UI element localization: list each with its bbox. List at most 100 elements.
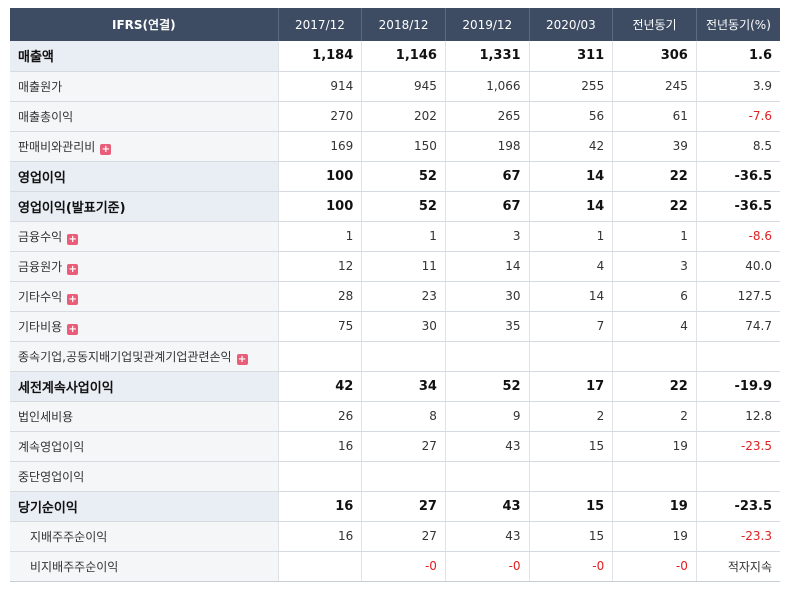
table-row: 기타비용 +75 30 35 7 4 74.7 [10, 311, 780, 342]
table-row: 금융원가 +12 11 14 4 3 40.0 [10, 251, 780, 282]
value-cell: 19 [612, 521, 697, 552]
header-2019-12: 2019/12 [445, 8, 530, 41]
row-label-cell[interactable]: 종속기업,공동지배기업및관계기업관련손익 + [10, 341, 279, 372]
plus-icon[interactable]: + [236, 353, 248, 365]
value-cell: 306 [612, 41, 697, 72]
value-cell: 12 [278, 251, 363, 282]
row-label-cell: 매출원가 [10, 71, 279, 102]
table-row: 매출총이익 270 202 265 56 61 -7.6 [10, 101, 780, 132]
value-cell: 15 [529, 431, 614, 462]
value-cell: 35 [445, 311, 530, 342]
value-cell: 265 [445, 101, 530, 132]
row-label-cell: 지배주주순이익 [10, 521, 279, 552]
row-label-cell: 계속영업이익 [10, 431, 279, 462]
row-label: 매출액 [18, 50, 54, 66]
table-row: 계속영업이익 16 27 43 15 19 -23.5 [10, 431, 780, 462]
value-cell: -0 [529, 551, 614, 582]
value-cell: -23.3 [696, 521, 780, 552]
value-cell [612, 461, 697, 492]
value-cell: 6 [612, 281, 697, 312]
value-cell [529, 461, 614, 492]
table-row: 법인세비용 26 8 9 2 2 12.8 [10, 401, 780, 432]
row-label: 기타비용 [18, 319, 63, 334]
value-cell: 8 [361, 401, 446, 432]
table-row: 중단영업이익 [10, 461, 780, 492]
value-cell: -8.6 [696, 221, 780, 252]
value-cell: 9 [445, 401, 530, 432]
value-cell: 1,066 [445, 71, 530, 102]
value-cell: 42 [529, 131, 614, 162]
row-label-cell: 매출총이익 [10, 101, 279, 132]
value-cell: -0 [361, 551, 446, 582]
value-cell: 40.0 [696, 251, 780, 282]
value-cell: -0 [445, 551, 530, 582]
value-cell: 67 [445, 191, 530, 222]
table-row: 세전계속사업이익 42 34 52 17 22 -19.9 [10, 371, 780, 402]
header-prev-period-pct: 전년동기(%) [696, 8, 780, 41]
value-cell: 22 [612, 191, 697, 222]
plus-icon[interactable]: + [67, 233, 79, 245]
value-cell: 52 [445, 371, 530, 402]
value-cell: 27 [361, 431, 446, 462]
value-cell: 42 [278, 371, 363, 402]
value-cell: 127.5 [696, 281, 780, 312]
value-cell: 15 [529, 491, 614, 522]
plus-icon[interactable]: + [67, 263, 79, 275]
value-cell [445, 461, 530, 492]
plus-icon[interactable]: + [100, 143, 112, 155]
header-ifrs: IFRS(연결) [10, 8, 279, 41]
value-cell: 255 [529, 71, 614, 102]
value-cell [529, 341, 614, 372]
value-cell: 22 [612, 371, 697, 402]
plus-icon[interactable]: + [67, 323, 79, 335]
value-cell: 26 [278, 401, 363, 432]
value-cell: 74.7 [696, 311, 780, 342]
row-label: 종속기업,공동지배기업및관계기업관련손익 [18, 349, 232, 364]
value-cell: 22 [612, 161, 697, 192]
row-label-cell[interactable]: 금융원가 + [10, 251, 279, 282]
value-cell: 3 [612, 251, 697, 282]
header-prev-period: 전년동기 [612, 8, 697, 41]
value-cell: -36.5 [696, 161, 780, 192]
value-cell: -7.6 [696, 101, 780, 132]
value-cell [278, 461, 363, 492]
row-label-cell: 중단영업이익 [10, 461, 279, 492]
row-label-cell: 영업이익(발표기준) [10, 191, 279, 222]
value-cell: 적자지속 [696, 551, 780, 582]
plus-icon[interactable]: + [67, 293, 79, 305]
value-cell: 1 [612, 221, 697, 252]
value-cell: 14 [529, 281, 614, 312]
value-cell: 3.9 [696, 71, 780, 102]
value-cell: 43 [445, 431, 530, 462]
value-cell: 75 [278, 311, 363, 342]
value-cell [361, 461, 446, 492]
value-cell [361, 341, 446, 372]
table-row: 지배주주순이익 16 27 43 15 19 -23.3 [10, 521, 780, 552]
row-label-cell[interactable]: 기타비용 + [10, 311, 279, 342]
value-cell [612, 341, 697, 372]
value-cell: 27 [361, 491, 446, 522]
row-label-cell[interactable]: 판매비와관리비 + [10, 131, 279, 162]
value-cell: 169 [278, 131, 363, 162]
value-cell: 52 [361, 191, 446, 222]
table-row: 당기순이익 16 27 43 15 19 -23.5 [10, 491, 780, 522]
value-cell [278, 551, 363, 582]
value-cell: 8.5 [696, 131, 780, 162]
row-label: 계속영업이익 [18, 439, 85, 454]
table-body: 매출액 1,184 1,146 1,331 311 306 1.6 매출원가 914 945 1,0… [10, 41, 780, 582]
value-cell: 945 [361, 71, 446, 102]
row-label-cell[interactable]: 기타수익 + [10, 281, 279, 312]
value-cell: 56 [529, 101, 614, 132]
value-cell: 12.8 [696, 401, 780, 432]
value-cell: 1 [278, 221, 363, 252]
row-label: 판매비와관리비 [18, 139, 96, 154]
value-cell: 34 [361, 371, 446, 402]
value-cell: 100 [278, 161, 363, 192]
value-cell: -23.5 [696, 431, 780, 462]
value-cell: 16 [278, 521, 363, 552]
value-cell: -19.9 [696, 371, 780, 402]
value-cell: 150 [361, 131, 446, 162]
row-label-cell[interactable]: 금융수익 + [10, 221, 279, 252]
value-cell: 27 [361, 521, 446, 552]
value-cell: 43 [445, 521, 530, 552]
